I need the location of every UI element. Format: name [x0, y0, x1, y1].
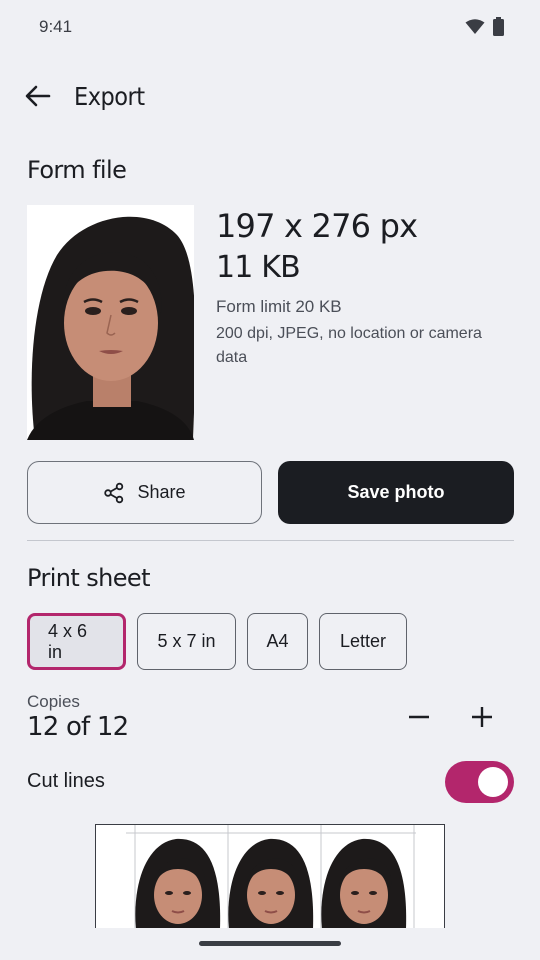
save-photo-button[interactable]: Save photo — [278, 461, 514, 524]
file-size: 11 KB — [216, 250, 301, 285]
sheet-photo-2 — [228, 838, 314, 928]
increment-button[interactable] — [466, 703, 498, 735]
file-details: 200 dpi, JPEG, no location or camera dat… — [216, 325, 482, 366]
cut-lines-label: Cut lines — [27, 770, 105, 792]
app-bar: Export — [0, 70, 540, 126]
copies-label: Copies — [27, 692, 80, 711]
back-button[interactable] — [22, 82, 54, 114]
print-sheet-title: Print sheet — [27, 564, 151, 592]
divider — [27, 540, 514, 541]
wifi-icon — [465, 18, 485, 40]
chip-label: Letter — [339, 631, 387, 651]
share-label: Share — [137, 482, 186, 502]
decrement-button[interactable] — [403, 703, 435, 735]
form-file-title: Form file — [27, 156, 127, 184]
sheet-size-chips: 4 x 6 in 5 x 7 in A4 Letter — [27, 613, 407, 670]
arrow-left-icon — [25, 85, 51, 112]
chip-5x7[interactable]: 5 x 7 in — [137, 613, 236, 670]
toggle-knob — [478, 767, 508, 797]
file-info: 197 x 276 px 11 KB Form limit 20 KB 200 … — [216, 206, 516, 370]
chip-label: 5 x 7 in — [157, 631, 216, 651]
copies-value: 12 of 12 — [27, 712, 129, 742]
sheet-photo-1 — [135, 838, 221, 928]
passport-photo — [27, 205, 194, 440]
chip-letter[interactable]: Letter — [319, 613, 407, 670]
sheet-photo-3 — [321, 838, 407, 928]
page-title: Export — [74, 82, 145, 111]
form-limit: Form limit 20 KB — [216, 297, 342, 316]
cut-lines-toggle[interactable] — [445, 761, 514, 803]
share-button[interactable]: Share — [27, 461, 262, 524]
chip-a4[interactable]: A4 — [247, 613, 308, 670]
status-time: 9:41 — [39, 17, 73, 36]
status-bar: 9:41 — [0, 0, 540, 54]
status-icons — [465, 17, 504, 41]
save-photo-label: Save photo — [347, 482, 445, 502]
home-indicator[interactable] — [199, 941, 341, 946]
chip-label: A4 — [266, 631, 289, 651]
battery-icon — [493, 17, 504, 41]
print-sheet-preview — [95, 824, 445, 928]
image-dimensions: 197 x 276 px — [216, 207, 418, 245]
share-icon — [103, 482, 125, 504]
chip-4x6[interactable]: 4 x 6 in — [27, 613, 126, 670]
plus-icon — [471, 706, 493, 733]
minus-icon — [408, 706, 430, 733]
chip-label: 4 x 6 in — [48, 620, 88, 662]
